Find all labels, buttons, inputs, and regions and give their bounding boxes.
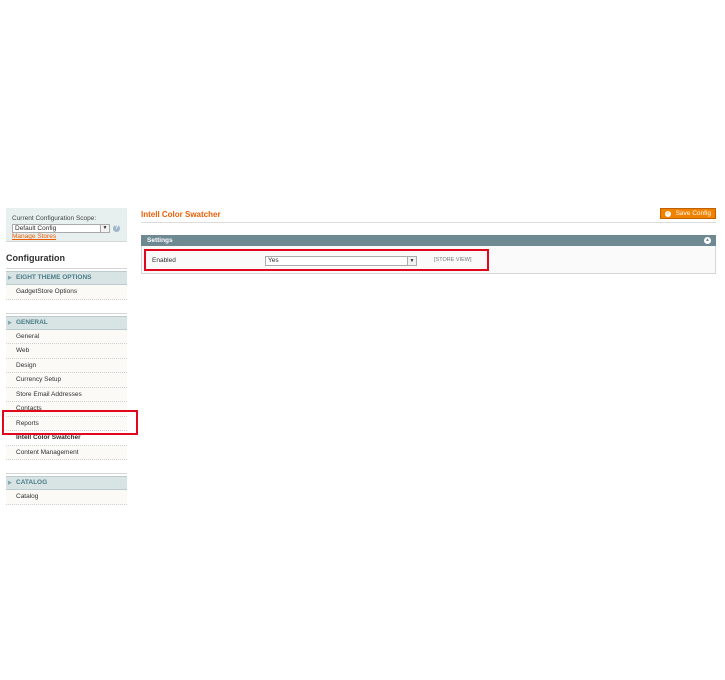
scope-row: Default Config ▼ ?: [12, 224, 121, 233]
expand-arrow-icon: ▶: [8, 275, 12, 281]
help-icon[interactable]: ?: [113, 225, 120, 232]
section-label: CATALOG: [16, 479, 48, 486]
sidebar-item-web[interactable]: Web: [6, 344, 127, 359]
checkmark-icon: ✓: [665, 211, 671, 217]
scope-label: Current Configuration Scope:: [12, 215, 97, 222]
page-title: Intell Color Swatcher: [141, 210, 221, 219]
title-divider: [141, 222, 716, 223]
expand-arrow-icon: ▶: [8, 319, 12, 326]
highlight-box-enabled-field: [144, 249, 489, 271]
save-config-label: Save Config: [675, 210, 711, 217]
chevron-down-icon: ▼: [100, 225, 109, 232]
scope-select-value: Default Config: [15, 225, 57, 232]
scope-switcher: Current Configuration Scope: Default Con…: [6, 208, 127, 242]
sidebar-item-gadgetstore-options[interactable]: GadgetStore Options: [6, 285, 127, 300]
save-config-button[interactable]: ✓ Save Config: [660, 208, 716, 219]
sidebar-title: Configuration: [6, 248, 127, 269]
manage-stores-link[interactable]: Manage Stores: [12, 233, 121, 241]
section-label: GENERAL: [16, 318, 48, 326]
section-spacer: [6, 460, 127, 474]
section-label: EIGHT THEME OPTIONS: [16, 274, 92, 281]
section-spacer: [6, 299, 127, 314]
section-eight-theme-options[interactable]: ▶ EIGHT THEME OPTIONS: [6, 271, 127, 285]
fieldset-title: Settings: [147, 237, 173, 244]
sidebar-item-catalog[interactable]: Catalog: [6, 490, 127, 505]
section-general[interactable]: ▶ GENERAL: [6, 315, 127, 330]
sidebar-item-store-email-addresses[interactable]: Store Email Addresses: [6, 387, 127, 402]
config-sidebar: Current Configuration Scope: Default Con…: [6, 208, 127, 505]
sidebar-item-general[interactable]: General: [6, 329, 127, 344]
fieldset-header[interactable]: Settings ▲: [141, 235, 716, 246]
collapse-icon[interactable]: ▲: [704, 237, 711, 244]
scope-select[interactable]: Default Config ▼: [12, 224, 110, 233]
sidebar-item-design[interactable]: Design: [6, 358, 127, 373]
highlight-box-sidebar-item: [2, 410, 138, 435]
expand-arrow-icon: ▶: [8, 480, 12, 486]
sidebar-item-currency-setup[interactable]: Currency Setup: [6, 373, 127, 388]
sidebar-item-content-management[interactable]: Content Management: [6, 445, 127, 460]
section-catalog[interactable]: ▶ CATALOG: [6, 476, 127, 490]
